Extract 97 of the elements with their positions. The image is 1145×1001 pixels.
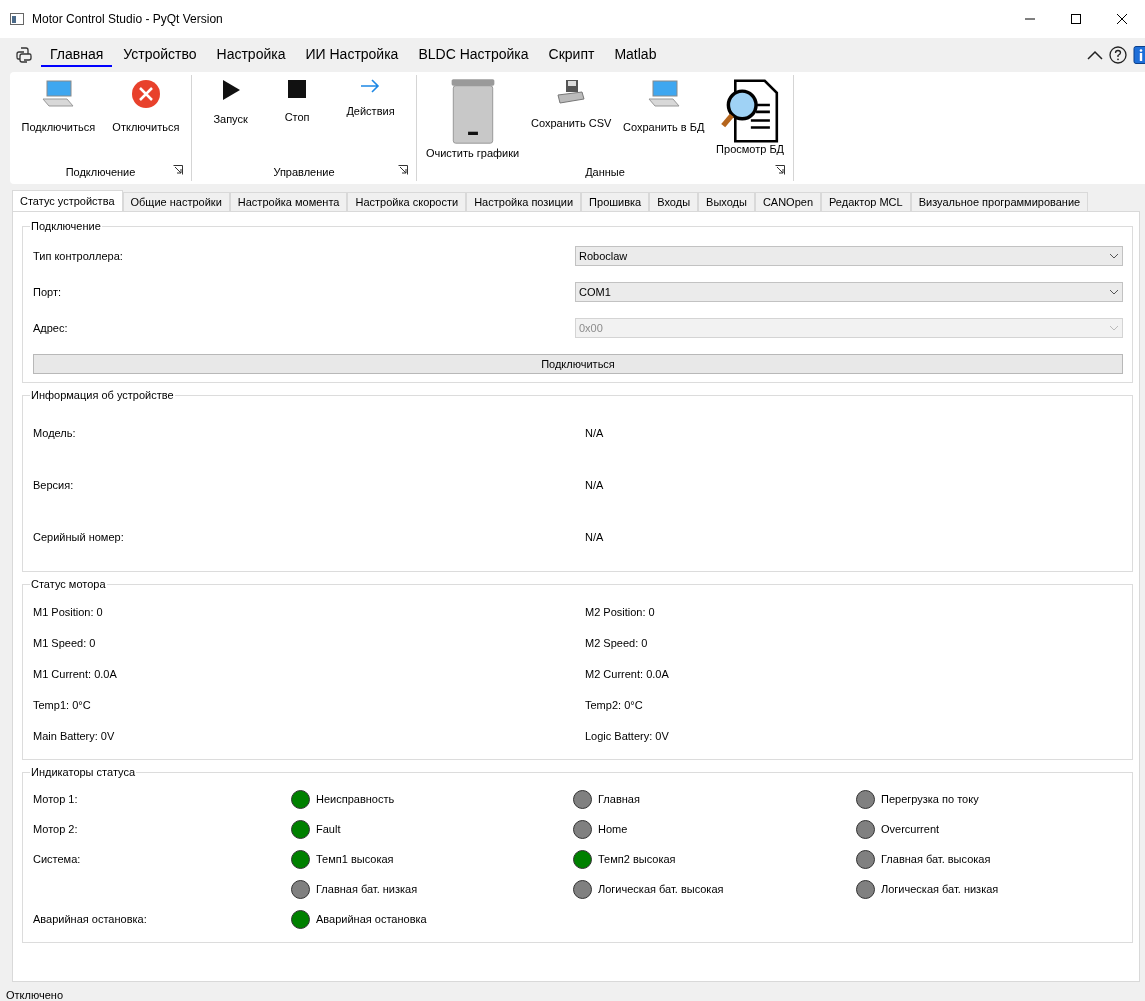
ribbon-button[interactable]: Сохранить CSV	[528, 75, 614, 165]
app-icon	[10, 13, 24, 25]
field-label: Порт:	[33, 286, 62, 298]
ribbon-button[interactable]: Действия	[344, 75, 397, 165]
status-text: Отключено	[6, 989, 63, 1001]
indicator-label: Overcurrent	[881, 823, 940, 835]
connect-button[interactable]: Подключиться	[33, 354, 1123, 374]
status-reading: M1 Position: 0	[33, 605, 104, 618]
menu-tab[interactable]: ИИ Настройка	[296, 43, 408, 67]
ribbon-button[interactable]: Сохранить в БД	[621, 75, 707, 165]
ribbon-button[interactable]: Запуск	[211, 75, 250, 165]
row-label: Система:	[33, 853, 82, 865]
trash-can-icon	[449, 79, 496, 145]
indicator-label: Темп1 высокая	[316, 853, 394, 865]
indicator-label: Логическая бат. высокая	[598, 883, 724, 895]
indicator-label: Fault	[316, 823, 341, 835]
field-value: N/A	[585, 427, 605, 439]
field-value: N/A	[585, 479, 605, 491]
field-value: N/A	[585, 531, 605, 543]
status-reading: M2 Current: 0.0A	[585, 667, 670, 680]
monitor-icon	[41, 79, 76, 109]
status-reading: M1 Current: 0.0A	[33, 667, 118, 680]
ribbon-button[interactable]: Отключиться	[110, 75, 182, 165]
tab[interactable]: Выходы	[698, 192, 755, 211]
indicator-label: Главная бат. высокая	[881, 853, 991, 865]
expand-corner-icon[interactable]	[775, 165, 785, 175]
indicator-label: Логическая бат. низкая	[881, 883, 999, 895]
field-label: Серийный номер:	[33, 531, 125, 543]
snake-logo-icon	[16, 47, 32, 63]
maximize-icon	[1071, 14, 1081, 24]
close-icon	[1117, 14, 1127, 24]
indicator-label: Home	[598, 823, 628, 835]
expand-corner-icon[interactable]	[173, 165, 183, 175]
tab[interactable]: Входы	[649, 192, 699, 211]
dropdown[interactable]: Roboclaw	[575, 246, 1123, 266]
menu-tab[interactable]: Главная	[41, 43, 113, 67]
status-reading: Temp1: 0°C	[33, 698, 92, 711]
tab[interactable]: Прошивка	[581, 192, 650, 211]
help-icon[interactable]	[1109, 46, 1127, 64]
tab[interactable]: Настройка позиции	[466, 192, 582, 211]
tab[interactable]: Настройка момента	[229, 192, 348, 211]
play-icon	[220, 79, 241, 101]
indicator-label: Перегрузка по току	[881, 793, 979, 805]
stop-icon	[287, 79, 308, 99]
indicator-label: Аварийная остановка	[316, 913, 427, 925]
status-reading: Main Battery: 0V	[33, 729, 116, 742]
chevron-down-icon	[1109, 325, 1119, 331]
dropdown[interactable]: COM1	[575, 282, 1123, 302]
status-reading: M2 Position: 0	[585, 605, 656, 618]
ribbon-button[interactable]: Подключиться	[19, 75, 98, 165]
menu-tab[interactable]: Настройка	[207, 43, 295, 67]
caret-up-icon[interactable]	[1087, 50, 1103, 60]
arrow-icon	[360, 79, 381, 93]
disk-drive-icon	[556, 79, 587, 105]
indicator-label: Главная	[598, 793, 640, 805]
status-reading: M1 Speed: 0	[33, 636, 97, 649]
field-label: Адрес:	[33, 322, 69, 334]
menu-tab[interactable]: Matlab	[605, 43, 666, 67]
indicator-label: Неисправность	[316, 793, 395, 805]
tab[interactable]: Настройка скорости	[347, 192, 467, 211]
menu-tab[interactable]: Устройство	[114, 43, 206, 67]
group-title: Информация об устройстве	[30, 389, 175, 401]
field-label: Модель:	[33, 427, 77, 439]
ribbon-button[interactable]: Очистить графики	[423, 75, 522, 165]
chevron-down-icon	[1109, 253, 1119, 259]
document-search-icon	[721, 79, 780, 143]
expand-corner-icon[interactable]	[398, 165, 408, 175]
group-title: Данные	[585, 166, 625, 178]
group-title: Индикаторы статуса	[30, 766, 137, 778]
monitor-icon	[646, 79, 681, 109]
field-label: Тип контроллера:	[33, 250, 124, 262]
ribbon-button[interactable]: Просмотр БД	[714, 75, 787, 165]
group-title: Статус мотора	[30, 578, 107, 590]
info-icon[interactable]	[1133, 46, 1145, 64]
chevron-down-icon	[1109, 289, 1119, 295]
row-label: Аварийная остановка:	[33, 913, 148, 925]
status-reading: Temp2: 0°C	[585, 698, 644, 711]
indicator-label: Темп2 высокая	[598, 853, 676, 865]
status-reading: Logic Battery: 0V	[585, 729, 670, 742]
field-label: Версия:	[33, 479, 75, 491]
row-label: Мотор 2:	[33, 823, 79, 835]
group-title: Подключение	[30, 220, 102, 232]
tab[interactable]: Статус устройства	[12, 190, 123, 211]
tab[interactable]: Общие настройки	[122, 192, 230, 211]
menu-tab[interactable]: BLDC Настройка	[409, 43, 538, 67]
row-label: Мотор 1:	[33, 793, 79, 805]
window-title: Motor Control Studio - PyQt Version	[32, 12, 223, 26]
status-reading: M2 Speed: 0	[585, 636, 649, 649]
tab[interactable]: Визуальное программирование	[910, 192, 1089, 211]
indicator-label: Главная бат. низкая	[316, 883, 418, 895]
ribbon-button[interactable]: Стоп	[282, 75, 312, 165]
group-title: Подключение	[65, 166, 136, 178]
tab[interactable]: CANOpen	[754, 192, 821, 211]
group-title: Управление	[273, 166, 335, 178]
tab[interactable]: Редактор MCL	[821, 192, 911, 211]
error-icon	[130, 79, 161, 109]
menu-tab[interactable]: Скрипт	[539, 43, 604, 67]
